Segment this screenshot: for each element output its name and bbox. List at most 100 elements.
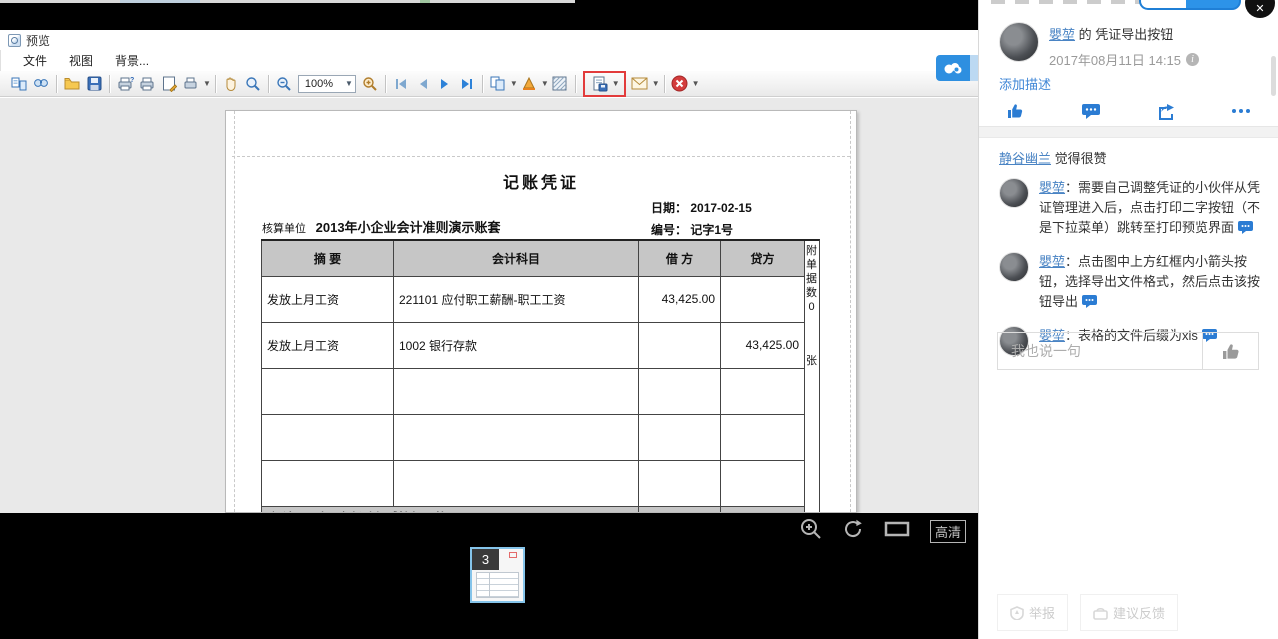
dropdown-caret[interactable]: ▼	[652, 79, 660, 88]
table-row	[262, 460, 805, 506]
comment-author-link[interactable]: 嬰堃	[1039, 254, 1065, 269]
watermark-icon[interactable]	[550, 74, 570, 94]
cell-debit: 43,425.00	[639, 276, 721, 322]
zoom-out-icon[interactable]	[274, 74, 294, 94]
comment-item: 嬰堃：需要自己调整凭证的小伙伴从凭证管理进入后，点击打印二字按钮（不是下拉菜单）…	[979, 172, 1278, 246]
comment-input[interactable]: 我也说一句	[998, 333, 1202, 369]
print-dialog-icon[interactable]: ?	[115, 74, 135, 94]
liker-name-link[interactable]: 静谷幽兰	[999, 151, 1051, 166]
clipped-blue-button[interactable]	[1139, 0, 1241, 10]
quick-print-icon[interactable]	[137, 74, 157, 94]
toolbar-separator	[664, 75, 665, 93]
cell-credit	[721, 414, 805, 460]
comment-button[interactable]	[1054, 102, 1129, 120]
nav-first-icon[interactable]	[391, 74, 411, 94]
attach-count-column: 附单据数0 张	[804, 239, 820, 513]
voucher-table: 摘 要 会计科目 借 方 贷方 发放上月工资 221101 应付职工薪酬-职工工…	[261, 239, 805, 513]
toolbar-separator	[215, 75, 216, 93]
viewer-zoom-icon[interactable]	[800, 518, 822, 545]
comment-author-link[interactable]: 嬰堃	[1039, 180, 1065, 195]
export-document-icon[interactable]	[590, 74, 610, 94]
number-label: 编号：	[651, 223, 687, 237]
cell-debit	[639, 414, 721, 460]
panel-scrollbar[interactable]	[1271, 56, 1276, 96]
save-icon[interactable]	[84, 74, 104, 94]
post-author-link[interactable]: 嬰堃	[1049, 27, 1075, 42]
combobox-caret-icon[interactable]: ▼	[345, 79, 353, 88]
margin-guide	[232, 156, 850, 157]
header-credit: 贷方	[721, 240, 805, 276]
menu-item[interactable]: 文件	[23, 52, 47, 69]
viewer-refresh-icon[interactable]	[842, 518, 864, 545]
export-highlight-box: ▼	[583, 71, 626, 97]
cloud-share-button[interactable]	[936, 55, 978, 81]
comment-separator: ：	[1065, 180, 1078, 195]
page-setup-icon[interactable]	[159, 74, 179, 94]
page-color-icon[interactable]	[519, 74, 539, 94]
panel-close-button[interactable]: ✕	[1245, 0, 1275, 18]
page-thumbnail[interactable]: 3	[470, 547, 525, 603]
like-button[interactable]	[979, 102, 1054, 120]
close-icon: ✕	[1255, 2, 1264, 15]
report-button[interactable]: 举报	[997, 594, 1068, 631]
open-icon[interactable]	[62, 74, 82, 94]
panel-footer: 举报 建议反馈	[997, 594, 1178, 631]
dropdown-caret[interactable]: ▼	[541, 79, 549, 88]
post-title-line: 嬰堃 的 凭证导出按钮	[1049, 24, 1199, 43]
feedback-button[interactable]: 建议反馈	[1080, 594, 1178, 631]
stamp-like-button[interactable]	[1202, 333, 1258, 369]
attach-unit: 张	[804, 354, 819, 368]
zoom-level-combobox[interactable]: 100%▼	[298, 75, 356, 93]
clipped-top-content	[991, 0, 1141, 4]
info-icon[interactable]: i	[1186, 53, 1199, 66]
cell-credit	[721, 460, 805, 506]
export-dropdown-caret[interactable]: ▼	[612, 79, 620, 88]
nav-next-icon[interactable]	[435, 74, 455, 94]
toolbar-separator	[268, 75, 269, 93]
viewer-bottom-bar: 高清 3	[0, 513, 978, 639]
nav-last-icon[interactable]	[457, 74, 477, 94]
more-button[interactable]	[1203, 102, 1278, 120]
zoom-in-icon[interactable]	[360, 74, 380, 94]
hand-tool-icon[interactable]	[221, 74, 241, 94]
share-button[interactable]	[1129, 102, 1204, 120]
send-email-icon[interactable]	[630, 74, 650, 94]
add-description-link[interactable]: 添加描述	[999, 74, 1051, 93]
top-black-bar	[0, 3, 978, 30]
date-value: 2017-02-15	[690, 201, 751, 215]
cell-debit	[639, 460, 721, 506]
nav-prev-icon[interactable]	[413, 74, 433, 94]
comment-reply-icon[interactable]	[1082, 294, 1097, 314]
toolbar-separator	[109, 75, 110, 93]
weiyun-cloud-icon	[936, 55, 970, 81]
cell-account	[394, 460, 639, 506]
menu-item[interactable]: 背景...	[115, 52, 149, 69]
toolbar-overflow-icon[interactable]: ▼	[692, 79, 700, 88]
menu-item[interactable]: 视图	[69, 52, 93, 69]
cloud-share-extension[interactable]	[970, 55, 978, 81]
viewer-fullscreen-icon[interactable]	[884, 519, 910, 544]
dropdown-caret[interactable]: ▼	[203, 79, 211, 88]
close-preview-icon[interactable]	[670, 74, 690, 94]
post-author-avatar[interactable]	[999, 22, 1039, 62]
table-row	[262, 414, 805, 460]
preview-app-icon	[8, 34, 21, 47]
cell-credit	[721, 276, 805, 322]
toolbar-separator	[575, 75, 576, 93]
zoom-tool-icon[interactable]	[243, 74, 263, 94]
comment-avatar[interactable]	[999, 178, 1029, 208]
total-credit: 43425.00	[721, 506, 805, 513]
find-icon[interactable]	[31, 74, 51, 94]
multipage-view-icon[interactable]	[488, 74, 508, 94]
liker-action: 觉得很赞	[1055, 151, 1107, 166]
comment-reply-icon[interactable]	[1238, 220, 1253, 240]
dropdown-caret[interactable]: ▼	[510, 79, 518, 88]
comment-avatar[interactable]	[999, 252, 1029, 282]
hd-toggle-button[interactable]: 高清	[930, 520, 966, 543]
liker-line: 静谷幽兰 觉得很赞	[999, 148, 1107, 167]
section-divider	[979, 126, 1278, 138]
thumbnails-icon[interactable]	[9, 74, 29, 94]
screenshot-root: 预览 文件视图背景... ? ▼ 100%▼	[0, 0, 1278, 639]
printer-options-icon[interactable]	[181, 74, 201, 94]
thumbnail-page-badge: 3	[472, 549, 499, 570]
